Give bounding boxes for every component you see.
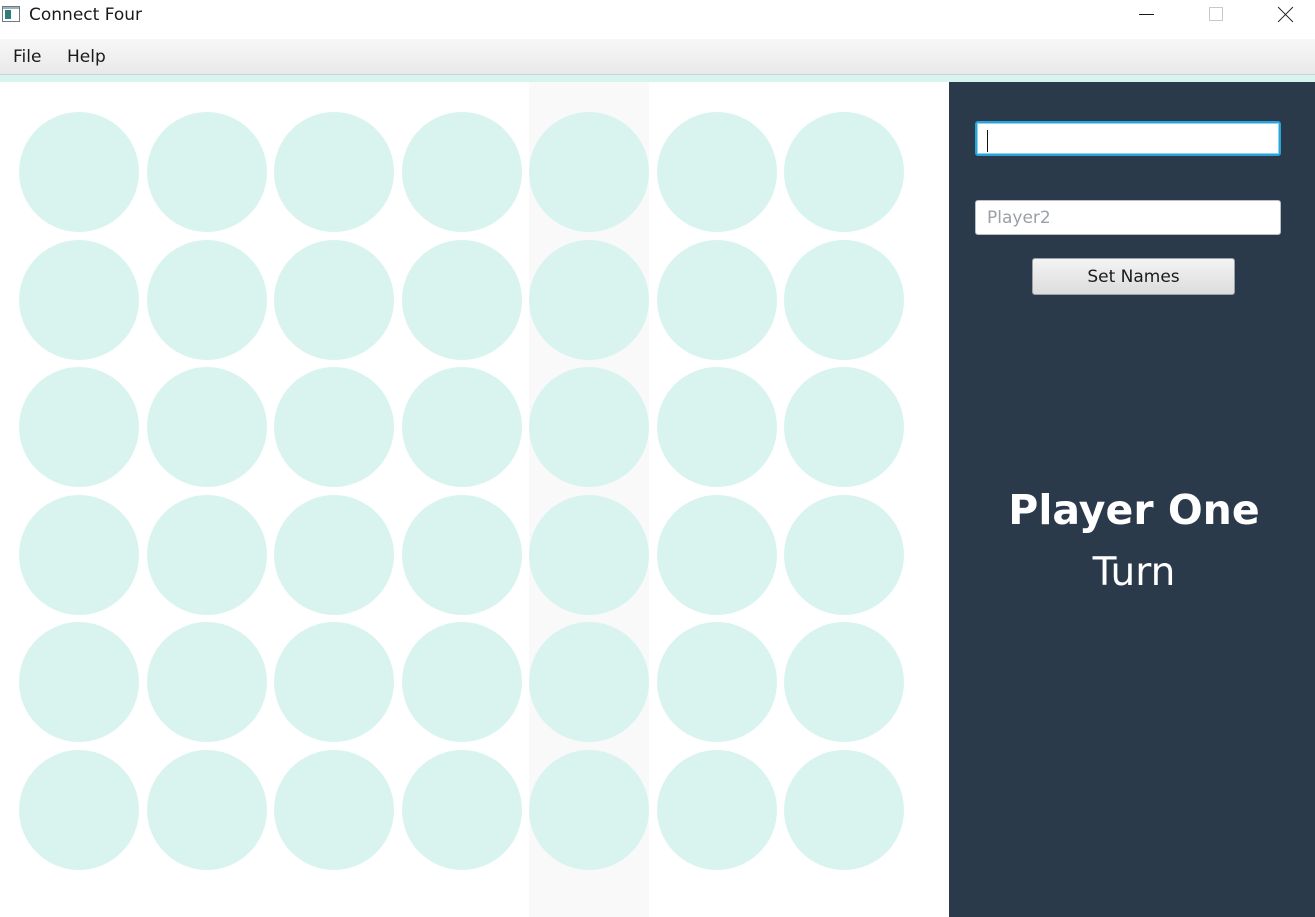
window-title: Connect Four: [29, 5, 143, 25]
board-slot[interactable]: [784, 367, 904, 487]
board-slot[interactable]: [657, 367, 777, 487]
close-button[interactable]: [1250, 0, 1315, 33]
maximize-icon: [1209, 7, 1223, 21]
minimize-button[interactable]: [1112, 0, 1181, 33]
menu-help[interactable]: Help: [67, 47, 106, 67]
board-slot[interactable]: [529, 112, 649, 232]
board-slot[interactable]: [147, 367, 267, 487]
board-slot[interactable]: [274, 495, 394, 615]
turn-label: Turn: [1092, 550, 1176, 595]
board-slot[interactable]: [274, 750, 394, 870]
board-slot[interactable]: [402, 622, 522, 742]
game-board[interactable]: [0, 82, 949, 917]
board-slot[interactable]: [529, 367, 649, 487]
board-slot[interactable]: [784, 750, 904, 870]
board-slot[interactable]: [19, 495, 139, 615]
board-slot[interactable]: [402, 112, 522, 232]
board-slot[interactable]: [402, 750, 522, 870]
board-slot[interactable]: [274, 622, 394, 742]
player2-name-input[interactable]: [975, 200, 1281, 235]
board-slot[interactable]: [529, 750, 649, 870]
set-names-button[interactable]: Set Names: [1032, 258, 1235, 295]
board-slot[interactable]: [147, 622, 267, 742]
minimize-icon: [1139, 14, 1154, 15]
maximize-button[interactable]: [1181, 0, 1250, 33]
player1-name-input[interactable]: [975, 121, 1281, 156]
board-slot[interactable]: [784, 622, 904, 742]
menu-bar: File Help: [0, 39, 1315, 75]
board-slot[interactable]: [529, 622, 649, 742]
board-slot[interactable]: [784, 112, 904, 232]
board-slot[interactable]: [529, 240, 649, 360]
board-slot[interactable]: [657, 750, 777, 870]
board-slot[interactable]: [147, 750, 267, 870]
app-window: Connect Four File Help Set Names Player …: [0, 0, 1315, 917]
board-slot[interactable]: [274, 240, 394, 360]
board-slot[interactable]: [784, 495, 904, 615]
board-slot[interactable]: [657, 240, 777, 360]
board-slot[interactable]: [147, 495, 267, 615]
board-slot[interactable]: [784, 240, 904, 360]
board-slot[interactable]: [657, 622, 777, 742]
board-slot[interactable]: [274, 112, 394, 232]
board-slot[interactable]: [19, 367, 139, 487]
board-slot[interactable]: [274, 367, 394, 487]
app-icon: [2, 6, 20, 22]
board-slot[interactable]: [402, 495, 522, 615]
board-slot[interactable]: [19, 112, 139, 232]
board-slot[interactable]: [657, 495, 777, 615]
close-icon: [1277, 6, 1294, 23]
board-slot[interactable]: [529, 495, 649, 615]
menu-divider: [0, 75, 1315, 82]
board-slot[interactable]: [19, 622, 139, 742]
current-player-label: Player One: [1008, 486, 1260, 534]
board-slot[interactable]: [19, 240, 139, 360]
board-slot[interactable]: [657, 112, 777, 232]
board-slot[interactable]: [147, 112, 267, 232]
title-bar[interactable]: Connect Four: [0, 0, 1315, 33]
board-slot[interactable]: [402, 240, 522, 360]
text-caret: [987, 130, 988, 152]
board-slot[interactable]: [19, 750, 139, 870]
side-panel: Set Names Player One Turn: [949, 82, 1315, 917]
board-slot[interactable]: [402, 367, 522, 487]
menu-file[interactable]: File: [13, 47, 41, 67]
board-slot[interactable]: [147, 240, 267, 360]
